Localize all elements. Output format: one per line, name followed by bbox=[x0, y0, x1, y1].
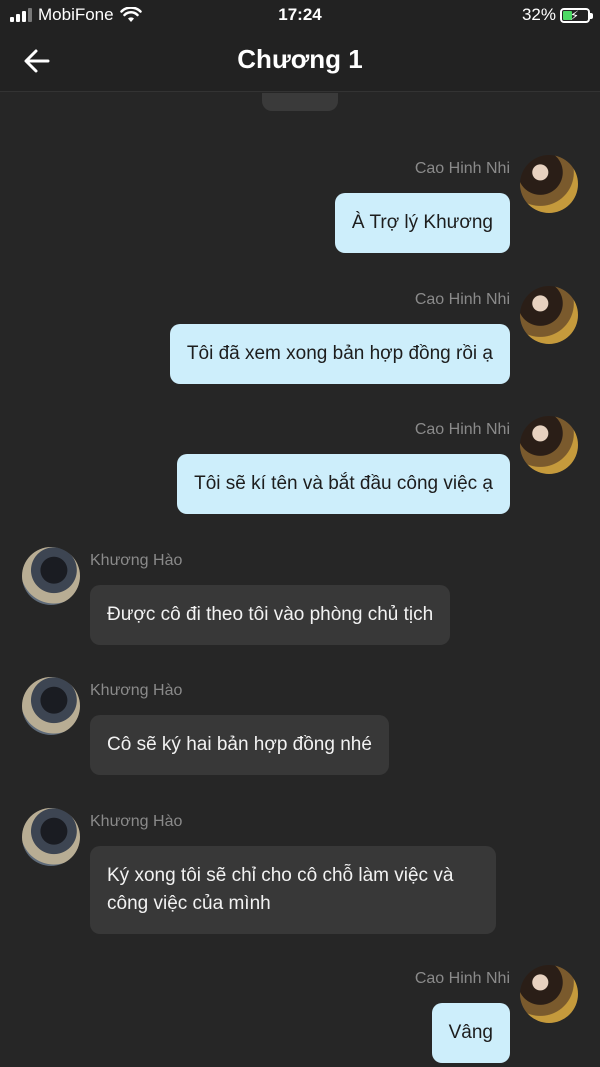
avatar[interactable] bbox=[520, 965, 578, 1023]
avatar[interactable] bbox=[22, 677, 80, 735]
message-bubble[interactable]: Được cô đi theo tôi vào phòng chủ tịch bbox=[90, 585, 451, 645]
avatar[interactable] bbox=[520, 416, 578, 474]
status-time: 17:24 bbox=[278, 5, 322, 24]
avatar[interactable] bbox=[520, 155, 578, 213]
sender-name: Khương Hào bbox=[90, 552, 183, 569]
avatar[interactable] bbox=[22, 547, 80, 605]
avatar[interactable] bbox=[22, 808, 80, 866]
status-bar: MobiFone 17:24 32% ⚡ bbox=[0, 0, 600, 30]
sender-name: Khương Hào bbox=[90, 813, 183, 830]
message-bubble[interactable]: Tôi đã xem xong bản hợp đồng rồi ạ bbox=[169, 324, 510, 384]
battery-percent: 32% bbox=[521, 5, 556, 24]
sender-name: Cao Hinh Nhi bbox=[414, 291, 510, 308]
message-bubble[interactable]: Vâng bbox=[431, 1003, 510, 1063]
sender-name: Cao Hinh Nhi bbox=[414, 160, 510, 177]
nav-bar: Chương 1 bbox=[0, 30, 600, 92]
message-bubble[interactable]: Ký xong tôi sẽ chỉ cho cô chỗ làm việc v… bbox=[90, 846, 496, 934]
sender-name: Khương Hào bbox=[90, 682, 183, 699]
sender-name: Cao Hinh Nhi bbox=[414, 421, 510, 438]
message-bubble[interactable]: Tôi sẽ kí tên và bắt đầu công việc ạ bbox=[177, 454, 510, 514]
page-title: Chương 1 bbox=[237, 44, 363, 74]
partial-bubble bbox=[262, 93, 338, 111]
battery-icon: ⚡ bbox=[560, 7, 593, 23]
message-bubble[interactable]: Cô sẽ ký hai bản hợp đồng nhé bbox=[90, 715, 389, 775]
message-bubble[interactable]: À Trợ lý Khương bbox=[334, 193, 510, 253]
chat-thread[interactable]: Cao Hinh Nhi À Trợ lý Khương Cao Hinh Nh… bbox=[0, 93, 600, 1067]
sender-name: Cao Hinh Nhi bbox=[414, 970, 510, 987]
avatar[interactable] bbox=[520, 286, 578, 344]
status-right: 32% ⚡ bbox=[521, 5, 593, 25]
